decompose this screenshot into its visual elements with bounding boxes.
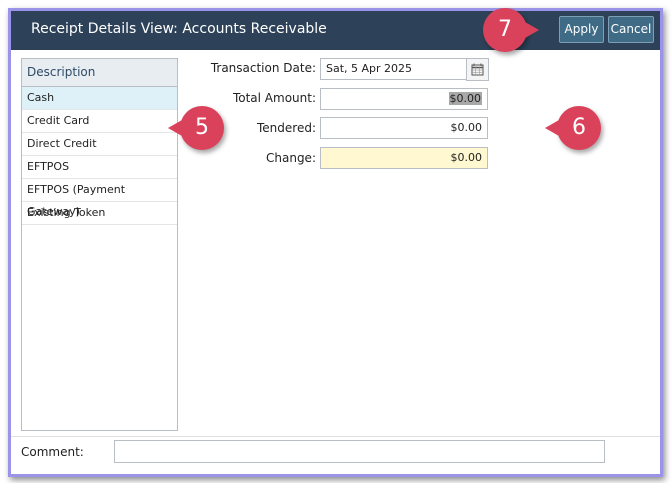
transaction-date-field[interactable]: Sat, 5 Apr 2025 [320, 58, 470, 80]
callout-number: 7 [498, 17, 512, 42]
callout-pointer [545, 120, 559, 136]
callout-badge-5: 5 [168, 106, 224, 150]
callout-badge-7: 7 [483, 8, 539, 52]
callout-badge-6: 6 [545, 106, 601, 150]
calendar-icon [471, 63, 484, 76]
transaction-date-label: Transaction Date: [210, 61, 316, 75]
total-amount-value: $0.00 [448, 92, 482, 105]
comment-label: Comment: [21, 445, 84, 459]
list-item-eftpos-payment-gateway[interactable]: EFTPOS (Payment Gateway) [22, 179, 177, 218]
receipt-details-dialog: Receipt Details View: Accounts Receivabl… [8, 8, 663, 477]
total-amount-label: Total Amount: [232, 91, 316, 105]
callout-number: 6 [572, 115, 586, 140]
change-label: Change: [266, 151, 316, 165]
title-bar: Receipt Details View: Accounts Receivabl… [11, 11, 660, 50]
callout-number: 5 [195, 115, 209, 140]
change-field: $0.00 [320, 147, 488, 169]
total-amount-field[interactable]: $0.00 [320, 88, 488, 110]
cancel-button[interactable]: Cancel [608, 16, 654, 43]
payment-method-list: Description Cash Credit Card Direct Cred… [21, 58, 178, 431]
callout-pointer [168, 120, 182, 136]
apply-button[interactable]: Apply [559, 16, 604, 43]
window-title: Receipt Details View: Accounts Receivabl… [31, 21, 327, 37]
calendar-button[interactable] [466, 58, 489, 81]
comment-input[interactable] [114, 440, 605, 463]
list-item-existing-token[interactable]: Existing Token [22, 202, 177, 225]
tendered-field[interactable]: $0.00 [320, 117, 488, 139]
callout-pointer [525, 22, 539, 38]
footer-divider [11, 436, 660, 437]
